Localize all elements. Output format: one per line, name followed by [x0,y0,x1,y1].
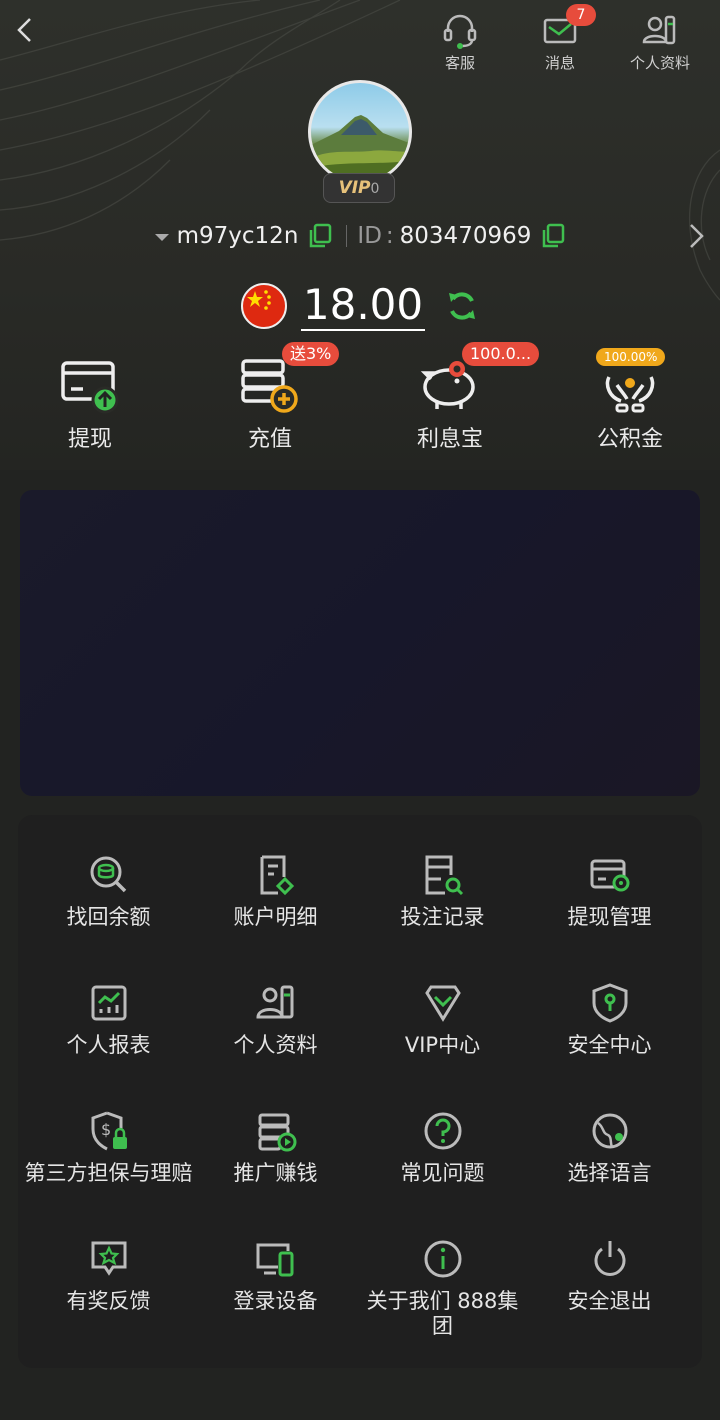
username: m97yc12n [176,223,299,249]
language-globe-icon [592,1113,627,1149]
vip-level-number: 0 [370,181,380,197]
deposit-label: 充值 [247,427,292,452]
menu-label: 常见问题 [400,1161,485,1185]
mountain-avatar-image [311,115,409,181]
menu-account-details[interactable]: 账户明细 [190,853,361,930]
menu-label: 提现管理 [567,905,652,929]
menu-guarantee[interactable]: $ 第三方担保与理赔 [23,1109,194,1186]
id-label: ID [357,223,382,249]
menu-faq[interactable]: 常见问题 [357,1109,528,1186]
avatar[interactable] [308,80,412,184]
chevron-right-icon[interactable] [686,222,706,250]
provident-fund-label: 公积金 [596,427,663,452]
menu-panel: 找回余额 账户明细 投注记录 提现管理 个人报表 个人资料 VIP中心 安全中心… [18,815,702,1368]
balance-amount: 18.00 [300,280,426,331]
id-colon: : [385,223,394,249]
logout-power-icon [594,1241,625,1276]
menu-promote-earn[interactable]: 推广赚钱 [190,1109,361,1186]
menu-about-us[interactable]: 关于我们 888集团 [357,1237,528,1339]
menu-login-devices[interactable]: 登录设备 [190,1237,361,1314]
interest-rate-tag: 100.0... [462,342,540,366]
menu-logout[interactable]: 安全退出 [524,1237,695,1314]
vip-level-badge: VIP0 [323,173,395,203]
menu-label: 安全退出 [567,1289,652,1313]
chevron-left-icon [17,18,31,42]
support-label: 客服 [444,54,475,72]
menu-label: 关于我们 888集团 [366,1289,519,1338]
menu-personal-report[interactable]: 个人报表 [23,981,194,1058]
about-info-icon [424,1240,461,1278]
menu-label: 选择语言 [567,1161,652,1185]
report-chart-icon [91,985,126,1021]
copy-icon[interactable] [308,223,332,249]
menu-label: VIP中心 [404,1033,481,1057]
menu-feedback[interactable]: 有奖反馈 [23,1237,194,1314]
refresh-icon[interactable] [445,289,479,323]
back-button[interactable] [10,14,42,46]
faq-question-icon [424,1112,461,1150]
menu-label: 安全中心 [567,1033,652,1057]
menu-profile[interactable]: 个人资料 [190,981,361,1058]
security-shield-icon [592,983,627,1023]
svg-text:$: $ [101,1120,111,1139]
menu-label: 账户明细 [233,905,318,929]
login-devices-icon [256,1243,293,1277]
divider [346,225,348,247]
guarantee-shield-icon: $ [91,1111,127,1151]
recover-balance-icon [90,856,126,893]
menu-label: 登录设备 [233,1289,318,1313]
caret-down-icon[interactable] [154,233,169,241]
profile-label: 个人资料 [629,54,690,72]
headset-icon [443,14,477,49]
menu-label: 个人资料 [233,1033,318,1057]
menu-security-center[interactable]: 安全中心 [524,981,695,1058]
bet-records-icon [425,855,463,896]
menu-vip-center[interactable]: VIP中心 [357,981,528,1058]
withdraw-card-icon [61,361,119,414]
menu-label: 第三方担保与理赔 [24,1161,193,1185]
interest-treasure-label: 利息宝 [416,427,483,452]
menu-label: 投注记录 [400,905,485,929]
user-id: 803470969 [399,223,532,249]
withdraw-button[interactable]: 提现 [20,345,160,453]
support-button[interactable]: 客服 [420,10,500,73]
feedback-star-icon [91,1241,126,1276]
menu-withdraw-manage[interactable]: 提现管理 [524,853,695,930]
promo-banner[interactable] [20,490,700,796]
menu-label: 有奖反馈 [66,1289,151,1313]
balance-row: 18.00 [0,278,720,334]
withdraw-label: 提现 [67,427,112,452]
profile-card-icon [255,985,293,1019]
messages-button[interactable]: 7 消息 [520,4,600,73]
menu-bet-records[interactable]: 投注记录 [357,853,528,930]
menu-recover-balance[interactable]: 找回余额 [23,853,194,930]
menu-label: 个人报表 [66,1033,151,1057]
user-info-row: m97yc12n ID : 803470969 [0,218,720,254]
promote-earn-icon [258,1113,296,1152]
china-flag-icon [240,283,287,329]
profile-button[interactable]: 个人资料 [620,10,700,73]
vip-diamond-icon [424,985,461,1022]
messages-label: 消息 [544,54,575,72]
vip-label: VIP [338,178,371,198]
account-details-icon [260,855,294,896]
messages-count-badge: 7 [566,4,596,26]
profile-card-icon [642,15,676,45]
profile-header: 客服 7 消息 个人资料 VIP0 m97yc12n ID: 80347096… [0,0,720,470]
menu-language[interactable]: 选择语言 [524,1109,695,1186]
fund-rate-tag: 100.00% [596,348,666,366]
deposit-bonus-tag: 送3% [282,342,340,366]
menu-label: 找回余额 [66,905,151,929]
menu-label: 推广赚钱 [233,1161,318,1185]
copy-icon[interactable] [541,223,565,249]
withdraw-manage-icon [590,859,629,892]
